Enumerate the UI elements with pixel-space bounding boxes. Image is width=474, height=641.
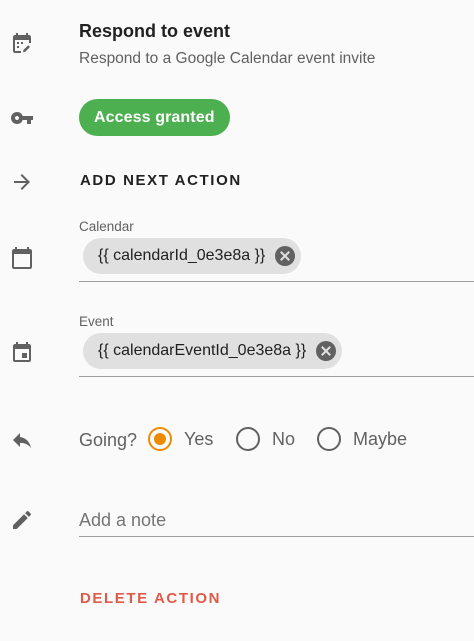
radio-maybe-label: Maybe [353,428,408,449]
radio-no-label: No [272,428,296,449]
action-subtitle: Respond to a Google Calendar event invit… [79,50,376,67]
radio-maybe[interactable] [317,427,341,451]
calendar-chip-text: {{ calendarId_0e3e8a }} [98,247,266,264]
remove-calendar-icon[interactable] [275,246,296,266]
reply-icon [10,428,34,452]
event-field-underline [79,376,474,377]
arrow-right-icon [10,170,34,194]
going-option-maybe[interactable]: Maybe [317,427,407,451]
calendar-field-label: Calendar [79,219,134,234]
access-granted-badge[interactable]: Access granted [79,99,230,136]
radio-yes-label: Yes [184,428,214,449]
event-chip[interactable]: {{ calendarEventId_0e3e8a }} [83,333,343,369]
add-next-action-button[interactable]: ADD NEXT ACTION [80,172,242,189]
event-icon [10,341,34,365]
event-chip-text: {{ calendarEventId_0e3e8a }} [98,342,307,359]
going-label: Going? [79,430,138,450]
calendar-icon [10,246,34,270]
delete-action-button[interactable]: DELETE ACTION [80,590,221,607]
calendar-chip[interactable]: {{ calendarId_0e3e8a }} [83,238,302,274]
calendar-field-underline [79,281,474,282]
radio-no[interactable] [236,427,260,451]
going-option-yes[interactable]: Yes [148,427,213,451]
event-field-label: Event [79,314,114,329]
pencil-icon [10,508,34,532]
calendar-edit-icon [10,32,34,56]
radio-yes[interactable] [148,427,172,451]
note-input[interactable] [79,505,474,537]
action-title: Respond to event [79,21,231,41]
remove-event-icon[interactable] [316,341,337,361]
going-option-no[interactable]: No [236,427,295,451]
key-icon [10,106,34,130]
